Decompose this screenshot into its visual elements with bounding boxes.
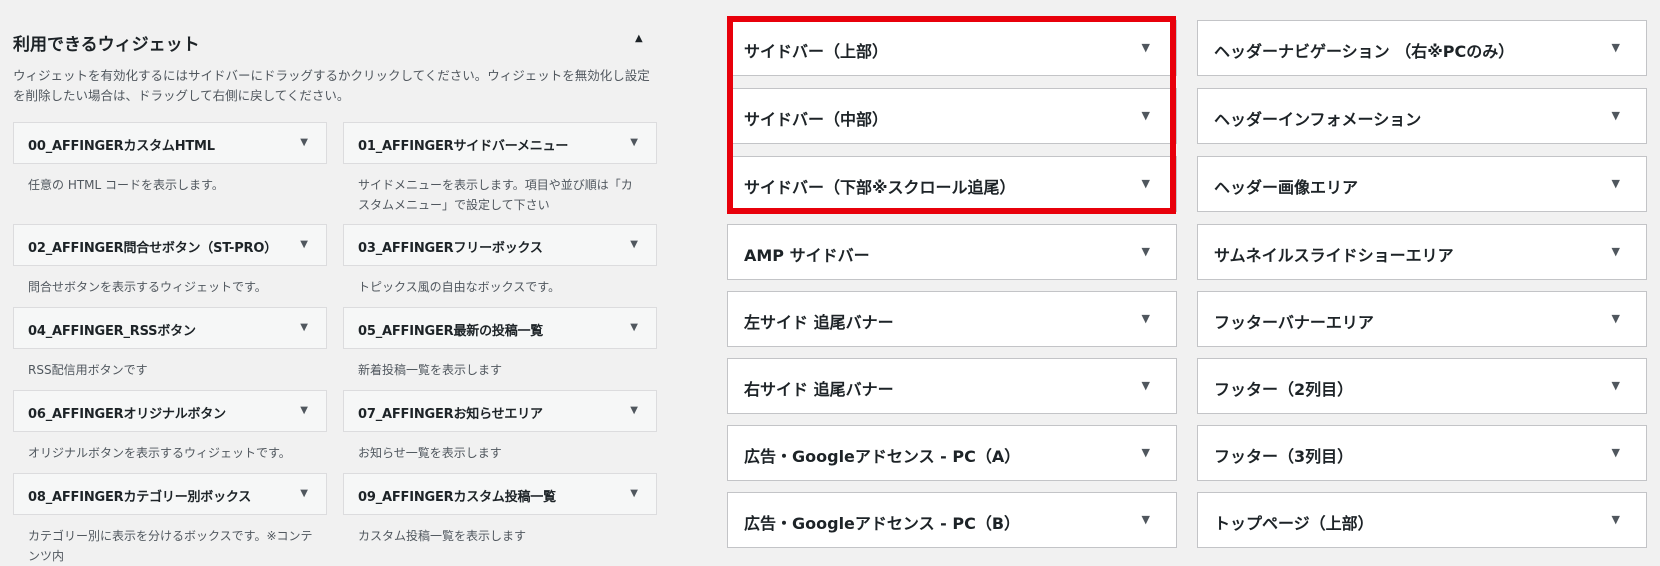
- widget-label: 09_AFFINGERカスタム投稿一覧: [358, 490, 556, 505]
- widget-affinger-category-box[interactable]: 08_AFFINGERカテゴリー別ボックス ▼: [13, 473, 327, 515]
- widget-area-top-page-upper[interactable]: トップページ（上部） ▼: [1197, 492, 1647, 548]
- widget-affinger-sidebar-menu[interactable]: 01_AFFINGERサイドバーメニュー ▼: [343, 122, 657, 164]
- widget-description: トピックス風の自由なボックスです。: [358, 280, 561, 294]
- widget-label: 00_AFFINGERカスタムHTML: [28, 139, 215, 154]
- widget-affinger-free-box[interactable]: 03_AFFINGERフリーボックス ▼: [343, 224, 657, 266]
- expand-arrow-icon[interactable]: ▼: [1142, 245, 1150, 258]
- widget-area-adsense-pc-b[interactable]: 広告・Googleアドセンス - PC（B） ▼: [727, 492, 1177, 548]
- widget-label: 06_AFFINGERオリジナルボタン: [28, 407, 226, 422]
- widget-area-header-information[interactable]: ヘッダーインフォメーション ▼: [1197, 88, 1647, 144]
- widget-area-footer-column-3[interactable]: フッター（3列目） ▼: [1197, 425, 1647, 481]
- widget-affinger-custom-html[interactable]: 00_AFFINGERカスタムHTML ▼: [13, 122, 327, 164]
- widget-area-adsense-pc-a[interactable]: 広告・Googleアドセンス - PC（A） ▼: [727, 425, 1177, 481]
- widget-affinger-custom-post-list[interactable]: 09_AFFINGERカスタム投稿一覧 ▼: [343, 473, 657, 515]
- widget-affinger-rss-button[interactable]: 04_AFFINGER_RSSボタン ▼: [13, 307, 327, 349]
- widget-label: 01_AFFINGERサイドバーメニュー: [358, 139, 569, 154]
- widget-area-header-navigation[interactable]: ヘッダーナビゲーション （右※PCのみ） ▼: [1197, 20, 1647, 76]
- widget-area-sidebar-middle[interactable]: サイドバー（中部） ▼: [727, 88, 1177, 144]
- widget-description: RSS配信用ボタンです: [28, 363, 148, 377]
- expand-arrow-icon[interactable]: ▼: [630, 322, 638, 333]
- expand-arrow-icon[interactable]: ▼: [1142, 109, 1150, 122]
- available-widgets-title: 利用できるウィジェット: [13, 35, 200, 55]
- expand-arrow-icon[interactable]: ▼: [1142, 513, 1150, 526]
- widget-area-label: サイドバー（中部）: [744, 110, 889, 129]
- widget-affinger-original-button[interactable]: 06_AFFINGERオリジナルボタン ▼: [13, 390, 327, 432]
- widget-area-label: フッター（2列目）: [1214, 380, 1354, 399]
- widget-affinger-recent-posts[interactable]: 05_AFFINGER最新の投稿一覧 ▼: [343, 307, 657, 349]
- widget-area-label: 広告・Googleアドセンス - PC（B）: [744, 514, 1021, 533]
- widget-area-label: ヘッダーインフォメーション: [1214, 110, 1422, 129]
- widget-area-label: 右サイド 追尾バナー: [744, 380, 894, 399]
- widget-label: 03_AFFINGERフリーボックス: [358, 241, 543, 256]
- widget-description: 問合せボタンを表示するウィジェットです。: [28, 280, 267, 294]
- expand-arrow-icon[interactable]: ▼: [1612, 513, 1620, 526]
- widget-description: 任意の HTML コードを表示します。: [28, 178, 224, 192]
- expand-arrow-icon[interactable]: ▼: [300, 239, 308, 250]
- widget-area-label: サムネイルスライドショーエリア: [1214, 246, 1454, 265]
- widget-label: 07_AFFINGERお知らせエリア: [358, 407, 543, 422]
- widget-label: 08_AFFINGERカテゴリー別ボックス: [28, 490, 252, 505]
- widget-area-label: サイドバー（上部）: [744, 42, 889, 61]
- widget-description: カテゴリー別に表示を分けるボックスです。※コンテンツ内: [28, 529, 313, 563]
- widget-area-right-sticky-banner[interactable]: 右サイド 追尾バナー ▼: [727, 358, 1177, 414]
- widget-description: 新着投稿一覧を表示します: [358, 363, 503, 377]
- expand-arrow-icon[interactable]: ▼: [1142, 446, 1150, 459]
- widget-area-label: ヘッダー画像エリア: [1214, 178, 1359, 197]
- widget-area-sidebar-top[interactable]: サイドバー（上部） ▼: [727, 20, 1177, 76]
- widget-description: カスタム投稿一覧を表示します: [358, 529, 527, 543]
- widget-area-thumbnail-slideshow[interactable]: サムネイルスライドショーエリア ▼: [1197, 224, 1647, 280]
- widget-area-footer-banner[interactable]: フッターバナーエリア ▼: [1197, 291, 1647, 347]
- widget-label: 02_AFFINGER問合せボタン（ST-PRO）: [28, 241, 277, 256]
- widget-area-label: フッターバナーエリア: [1214, 313, 1374, 332]
- widget-area-header-image[interactable]: ヘッダー画像エリア ▼: [1197, 156, 1647, 212]
- expand-arrow-icon[interactable]: ▼: [1142, 312, 1150, 325]
- widget-label: 05_AFFINGER最新の投稿一覧: [358, 324, 544, 339]
- widget-area-label: 左サイド 追尾バナー: [744, 313, 894, 332]
- collapse-triangle-icon[interactable]: ▲: [635, 33, 643, 44]
- available-widgets-panel: 利用できるウィジェット ▲ ウィジェットを有効化するにはサイドバーにドラッグする…: [0, 0, 660, 563]
- expand-arrow-icon[interactable]: ▼: [1612, 312, 1620, 325]
- expand-arrow-icon[interactable]: ▼: [300, 137, 308, 148]
- expand-arrow-icon[interactable]: ▼: [300, 322, 308, 333]
- expand-arrow-icon[interactable]: ▼: [1612, 109, 1620, 122]
- expand-arrow-icon[interactable]: ▼: [1612, 245, 1620, 258]
- widget-area-label: フッター（3列目）: [1214, 447, 1354, 466]
- widget-description: お知らせ一覧を表示します: [358, 446, 502, 460]
- expand-arrow-icon[interactable]: ▼: [1142, 41, 1150, 54]
- expand-arrow-icon[interactable]: ▼: [1612, 379, 1620, 392]
- widget-label: 04_AFFINGER_RSSボタン: [28, 324, 196, 339]
- widget-area-label: AMP サイドバー: [744, 246, 870, 265]
- widget-area-label: トップページ（上部）: [1214, 514, 1374, 533]
- widget-area-label: 広告・Googleアドセンス - PC（A）: [744, 447, 1021, 466]
- widget-area-amp-sidebar[interactable]: AMP サイドバー ▼: [727, 224, 1177, 280]
- available-widgets-description: ウィジェットを有効化するにはサイドバーにドラッグするかクリックしてください。ウィ…: [13, 68, 650, 103]
- expand-arrow-icon[interactable]: ▼: [630, 488, 638, 499]
- widget-description: サイドメニューを表示します。項目や並び順は「カスタムメニュー」で設定して下さい: [358, 178, 633, 212]
- expand-arrow-icon[interactable]: ▼: [630, 137, 638, 148]
- widget-area-footer-column-2[interactable]: フッター（2列目） ▼: [1197, 358, 1647, 414]
- expand-arrow-icon[interactable]: ▼: [1142, 177, 1150, 190]
- widget-description: オリジナルボタンを表示するウィジェットです。: [28, 446, 291, 460]
- expand-arrow-icon[interactable]: ▼: [300, 405, 308, 416]
- widget-affinger-notice-area[interactable]: 07_AFFINGERお知らせエリア ▼: [343, 390, 657, 432]
- widget-area-label: ヘッダーナビゲーション （右※PCのみ）: [1214, 42, 1515, 61]
- widget-area-left-sticky-banner[interactable]: 左サイド 追尾バナー ▼: [727, 291, 1177, 347]
- expand-arrow-icon[interactable]: ▼: [1612, 41, 1620, 54]
- expand-arrow-icon[interactable]: ▼: [1142, 379, 1150, 392]
- widget-area-label: サイドバー（下部※スクロール追尾）: [744, 178, 1016, 197]
- expand-arrow-icon[interactable]: ▼: [1612, 446, 1620, 459]
- widget-affinger-contact-button[interactable]: 02_AFFINGER問合せボタン（ST-PRO） ▼: [13, 224, 327, 266]
- expand-arrow-icon[interactable]: ▼: [300, 488, 308, 499]
- expand-arrow-icon[interactable]: ▼: [1612, 177, 1620, 190]
- widget-area-sidebar-bottom[interactable]: サイドバー（下部※スクロール追尾） ▼: [727, 156, 1177, 212]
- expand-arrow-icon[interactable]: ▼: [630, 405, 638, 416]
- expand-arrow-icon[interactable]: ▼: [630, 239, 638, 250]
